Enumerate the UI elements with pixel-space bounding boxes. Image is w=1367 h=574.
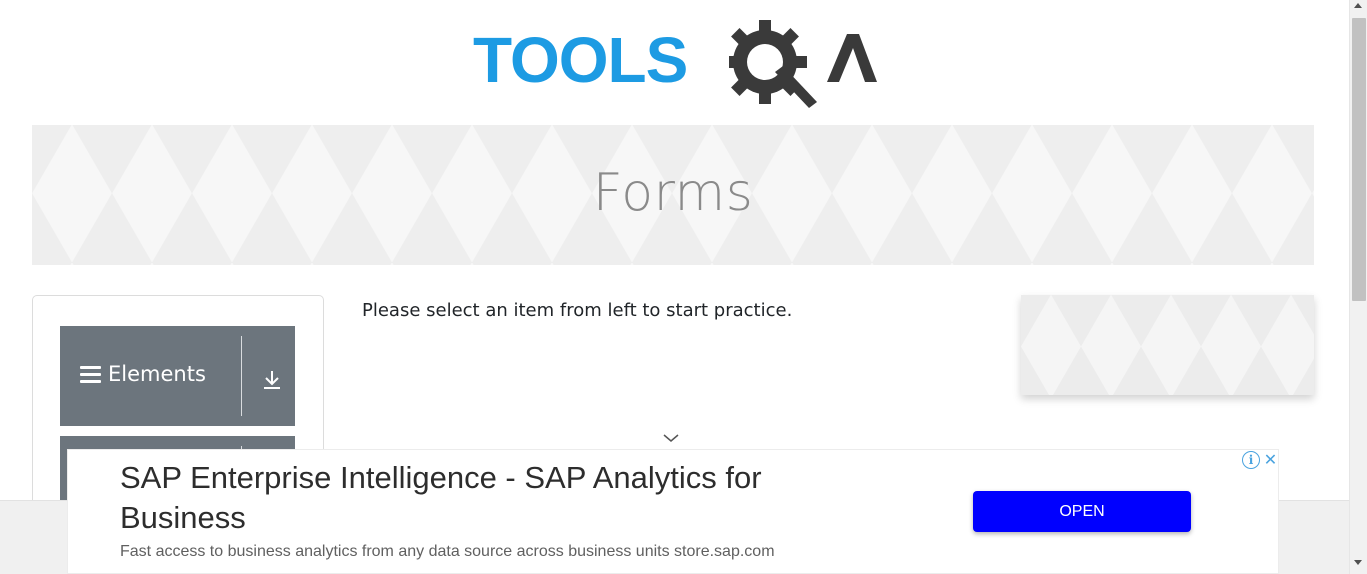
toolsqa-logo[interactable]: TOOLS [473,18,878,114]
page-banner: Forms [32,125,1314,265]
scroll-up-arrow-icon[interactable] [1354,3,1362,8]
close-icon[interactable]: ✕ [1261,450,1280,469]
ad-title[interactable]: SAP Enterprise Intelligence - SAP Analyt… [120,458,880,538]
side-ad-placeholder [1021,295,1314,395]
menu-icon [80,365,101,383]
chevron-down-icon[interactable] [662,432,680,444]
sidebar-group-label: Elements [80,362,206,386]
page-title: Forms [592,163,754,223]
sidebar-group-title: Elements [108,362,206,386]
sidebar-group-elements[interactable]: Elements [60,326,295,426]
bottom-ad[interactable]: SAP Enterprise Intelligence - SAP Analyt… [67,449,1279,574]
divider [241,336,242,416]
scroll-thumb[interactable] [1352,18,1366,301]
ad-description[interactable]: Fast access to business analytics from a… [120,543,775,561]
ad-open-button[interactable]: OPEN [973,491,1191,532]
practice-instruction: Please select an item from left to start… [362,300,793,321]
scroll-down-arrow-icon[interactable] [1354,560,1362,565]
logo-text: TOOLS [473,24,688,96]
page: TOOLS Forms Elements Please select an it… [0,0,1349,574]
download-arrow-icon[interactable] [262,368,282,390]
logo-gear-icon [729,20,877,108]
vertical-scrollbar[interactable] [1349,0,1367,574]
info-icon[interactable]: i [1242,451,1260,469]
